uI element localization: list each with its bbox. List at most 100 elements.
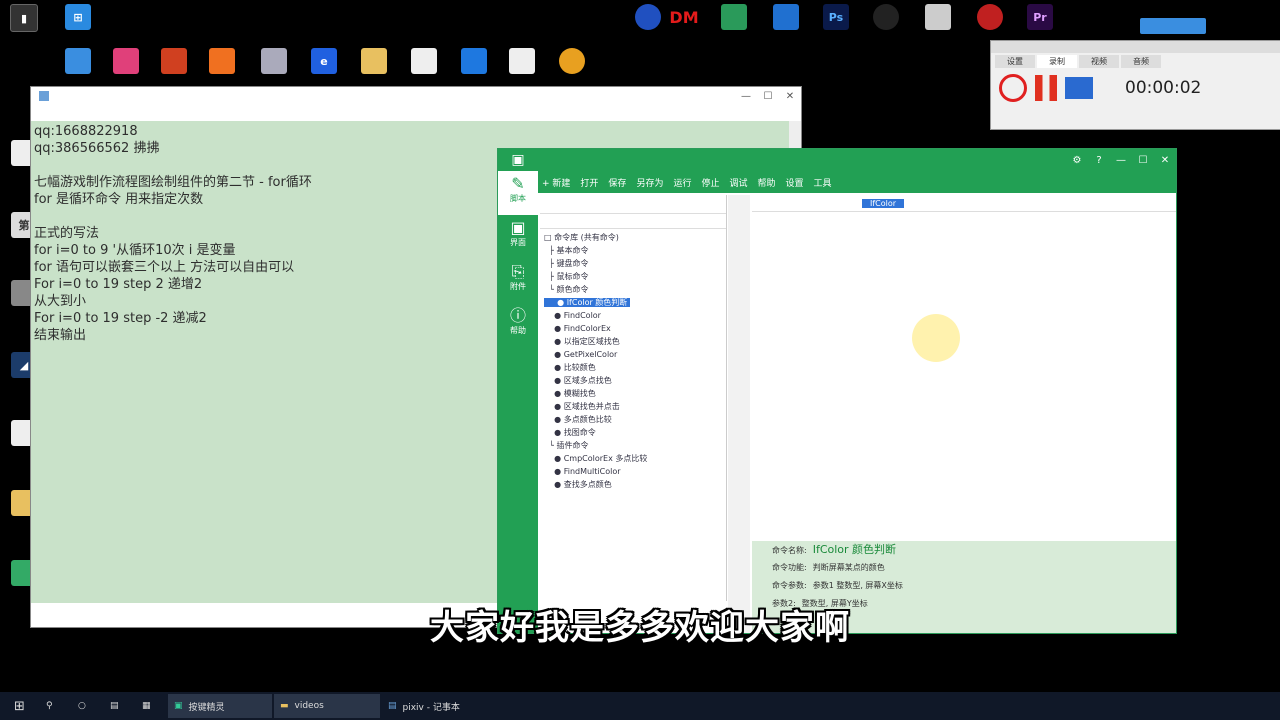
top-icon-9[interactable] (454, 48, 494, 76)
toolbar-button[interactable]: + 新建 (542, 176, 570, 189)
tree-item[interactable]: ● 区域找色并点击 (544, 400, 722, 413)
command-tree[interactable]: □ 命令库 (共有命令) ├ 基本命令 ├ 键盘命令 ├ 鼠标命令 └ 颜色命令… (540, 195, 727, 601)
toolbar-button[interactable]: 运行 (673, 176, 691, 189)
photoshop-icon: Ps (823, 4, 849, 30)
tree-item[interactable]: └ 颜色命令 (544, 283, 722, 296)
search-button[interactable]: ⚲ (40, 694, 70, 718)
record-icon[interactable] (999, 74, 1027, 102)
tree-item[interactable]: ● FindColor (544, 309, 722, 322)
app-icon: ▣ (174, 701, 183, 711)
tree-item[interactable]: ● 比较颜色 (544, 361, 722, 374)
system-tray[interactable] (1010, 698, 1230, 714)
tree-tabs[interactable] (540, 195, 726, 214)
editor-tabbar: IfColor (752, 195, 1176, 212)
task-view-button[interactable]: ○ (72, 694, 102, 718)
ide-help-icon[interactable]: ? (1088, 155, 1110, 166)
top-icon-3[interactable] (154, 48, 194, 76)
desktop-widget[interactable] (1140, 18, 1206, 34)
tree-item[interactable]: └ 插件命令 (544, 439, 722, 452)
toolbar-button[interactable]: 调试 (729, 176, 747, 189)
editor-tab[interactable]: IfColor (862, 198, 905, 208)
top-icon-ps[interactable]: Ps (816, 4, 856, 32)
sidebar-item-label: 附件 (510, 282, 526, 291)
tree-item[interactable]: ● 找图命令 (544, 426, 722, 439)
ide-minimize-button[interactable]: — (1110, 155, 1132, 166)
top-icon-8[interactable] (404, 48, 444, 76)
taskbar-app-3[interactable]: ▤ pixiv - 记事本 (382, 694, 492, 718)
taskbar-app-2[interactable]: ▬ videos (274, 694, 380, 718)
top-icon-10[interactable] (502, 48, 542, 76)
toolbar-button[interactable]: 设置 (786, 176, 804, 189)
sidebar-item[interactable]: ✎ 脚本 (498, 171, 538, 215)
tree-item[interactable]: ├ 鼠标命令 (544, 270, 722, 283)
taskbar-app-icon-2[interactable]: ▦ (136, 694, 166, 718)
tree-item[interactable]: ● 以指定区域找色 (544, 335, 722, 348)
start-button[interactable]: ⊞ (8, 694, 38, 718)
ide-settings-icon[interactable]: ⚙ (1066, 155, 1088, 166)
tree-item[interactable]: ├ 基本命令 (544, 244, 722, 257)
sidebar-item[interactable]: ⓘ 帮助 (498, 303, 538, 347)
tree-search-input[interactable] (540, 214, 726, 229)
top-icon-dm[interactable]: DM (664, 4, 704, 32)
screen-icon[interactable] (1065, 77, 1093, 99)
top-icon-16[interactable] (918, 4, 958, 32)
ide-window[interactable]: ▣ ⚙ ? — ☐ ✕ + 新建 打开 保存 另存为 运行 停止 调试 帮助 设置 工具 ✎ 脚本 ▣… (497, 148, 1177, 634)
tree-item[interactable]: ● 查找多点颜色 (544, 478, 722, 491)
top-icon-14[interactable] (766, 4, 806, 32)
tree-item[interactable]: ├ 键盘命令 (544, 257, 722, 270)
recorder-tab[interactable]: 音频 (1121, 55, 1161, 68)
code-editor[interactable]: IfColor 命令名称: IfColor 颜色判断 命令功能: 判断屏幕某点的颜色命… (752, 195, 1176, 633)
ide-titlebar[interactable]: ▣ ⚙ ? — ☐ ✕ (498, 149, 1176, 171)
toolbar-button[interactable]: 另存为 (636, 176, 663, 189)
toolbar-button[interactable]: 停止 (701, 176, 719, 189)
top-icon-17[interactable] (970, 4, 1010, 32)
tree-item[interactable]: ● FindMultiColor (544, 465, 722, 478)
minimize-button[interactable]: — (735, 91, 757, 102)
close-button[interactable]: ✕ (779, 91, 801, 102)
top-icon-5[interactable] (254, 48, 294, 76)
tree-item-label: ├ 键盘命令 (544, 259, 589, 268)
taskbar-app-1[interactable]: ▣ 按键精灵 (168, 694, 272, 718)
recorder-tab[interactable]: 录制 (1037, 55, 1077, 68)
tree-item[interactable]: ● CmpColorEx 多点比较 (544, 452, 722, 465)
tree-item-label: ├ 基本命令 (544, 246, 589, 255)
sidebar-item[interactable]: ▣ 界面 (498, 215, 538, 259)
tree-item[interactable]: □ 命令库 (共有命令) (544, 231, 722, 244)
top-icon-2[interactable] (106, 48, 146, 76)
toolbar-button[interactable]: 帮助 (758, 176, 776, 189)
taskbar-app-icon-1[interactable]: ▤ (104, 694, 134, 718)
top-icon-7[interactable] (354, 48, 394, 76)
sidebar-item[interactable]: ⎘ 附件 (498, 259, 538, 303)
screen-recorder-window[interactable]: 设置 录制 视频 音频 00:00:02 (990, 40, 1280, 130)
top-icon-13[interactable] (714, 4, 754, 32)
top-icon-1[interactable] (58, 48, 98, 76)
tree-item[interactable]: ● 模糊找色 (544, 387, 722, 400)
toolbar-button[interactable]: 保存 (608, 176, 626, 189)
windows-icon: ⊞ (14, 698, 25, 714)
recorder-tab[interactable]: 视频 (1079, 55, 1119, 68)
tree-item-label: ● 模糊找色 (544, 389, 596, 398)
maximize-button[interactable]: ☐ (757, 91, 779, 102)
ide-close-button[interactable]: ✕ (1154, 155, 1176, 166)
toolbar-button[interactable]: 打开 (580, 176, 598, 189)
top-icon-11[interactable] (552, 48, 592, 76)
tree-item[interactable]: ● GetPixelColor (544, 348, 722, 361)
notepad-titlebar[interactable]: — ☐ ✕ (31, 87, 801, 105)
tree-item[interactable]: ● 多点颜色比较 (544, 413, 722, 426)
desktop-icon-app-1[interactable]: ⊞ (58, 4, 98, 32)
top-icon-15[interactable] (866, 4, 906, 32)
recorder-tab[interactable]: 设置 (995, 55, 1035, 68)
top-icon-12[interactable] (628, 4, 668, 32)
ide-toolbar: + 新建 打开 保存 另存为 运行 停止 调试 帮助 设置 工具 (498, 171, 1176, 193)
tree-item[interactable]: ● FindColorEx (544, 322, 722, 335)
desktop-icon-computer[interactable]: ▮ (4, 4, 44, 34)
top-icon-pr[interactable]: Pr (1020, 4, 1060, 32)
top-icon-6[interactable]: e (304, 48, 344, 76)
tree-item[interactable]: ● 区域多点找色 (544, 374, 722, 387)
pause-icon[interactable] (1035, 75, 1057, 101)
tree-item[interactable]: ● IfColor 颜色判断 (544, 296, 722, 309)
top-icon-4[interactable] (202, 48, 242, 76)
toolbar-button[interactable]: 工具 (814, 176, 832, 189)
ide-maximize-button[interactable]: ☐ (1132, 155, 1154, 166)
recorder-titlebar[interactable] (991, 41, 1280, 53)
